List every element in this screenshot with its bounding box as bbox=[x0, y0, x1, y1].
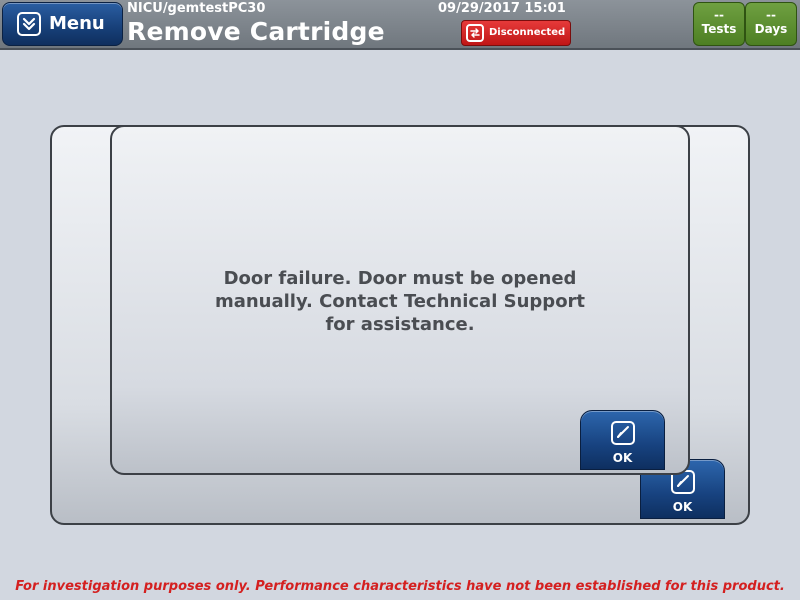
days-counter[interactable]: -- Days bbox=[745, 2, 797, 46]
page-title: Remove Cartridge bbox=[127, 17, 385, 46]
tests-value: -- bbox=[714, 8, 724, 22]
header-bar: Menu NICU/gemtestPC30 Remove Cartridge 0… bbox=[0, 0, 800, 50]
tests-label: Tests bbox=[701, 22, 737, 36]
ok-button[interactable]: OK bbox=[580, 410, 665, 470]
tests-counter[interactable]: -- Tests bbox=[693, 2, 745, 46]
ok-label: OK bbox=[612, 451, 633, 465]
connection-status-badge[interactable]: Disconnected bbox=[461, 20, 571, 46]
menu-button[interactable]: Menu bbox=[2, 2, 123, 46]
menu-label: Menu bbox=[49, 13, 105, 34]
disclaimer-text: For investigation purposes only. Perform… bbox=[15, 579, 785, 594]
alert-message-line: for assistance. bbox=[325, 314, 475, 335]
background-ok-label: OK bbox=[672, 500, 693, 514]
alert-message-line: Door failure. Door must be opened bbox=[223, 268, 577, 289]
days-label: Days bbox=[754, 22, 788, 36]
checkbox-check-icon bbox=[611, 421, 635, 445]
alert-message-line: manually. Contact Technical Support bbox=[214, 291, 586, 312]
chevron-double-down-icon bbox=[17, 12, 41, 36]
datetime-label: 09/29/2017 15:01 bbox=[438, 1, 566, 16]
disconnected-icon bbox=[466, 24, 484, 42]
alert-message: Door failure. Door must be opened manual… bbox=[110, 267, 690, 336]
days-value: -- bbox=[766, 8, 776, 22]
connection-status-label: Disconnected bbox=[489, 27, 566, 38]
location-label: NICU/gemtestPC30 bbox=[127, 1, 266, 16]
